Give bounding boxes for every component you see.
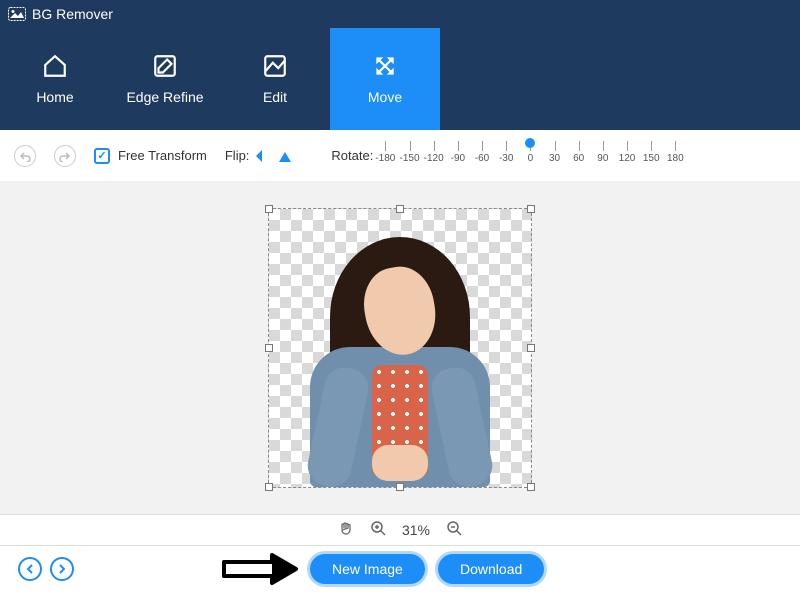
checkbox-icon (94, 148, 110, 164)
zoom-in-icon (370, 520, 386, 536)
free-transform-label: Free Transform (118, 148, 207, 163)
hand-icon (338, 520, 354, 536)
resize-handle[interactable] (527, 344, 535, 352)
button-label: New Image (332, 561, 403, 577)
nav-label: Edit (263, 89, 287, 105)
canvas-area[interactable] (0, 182, 800, 514)
rotate-tick-label: 120 (619, 153, 636, 164)
transform-selection[interactable] (268, 208, 532, 488)
zoom-value: 31% (402, 522, 430, 538)
rotate-tick-label: -60 (475, 153, 489, 164)
flip-horizontal-icon (255, 148, 271, 164)
undo-button[interactable] (14, 145, 36, 167)
rotate-tick-label: 180 (667, 153, 684, 164)
rotate-label: Rotate: (331, 148, 373, 163)
rotate-tick-label: -180 (375, 153, 395, 164)
undo-icon (19, 150, 31, 162)
resize-handle[interactable] (527, 205, 535, 213)
nav-label: Home (36, 89, 73, 105)
app-title: BG Remover (32, 6, 113, 22)
rotate-tick-label: 60 (573, 153, 584, 164)
nav-home[interactable]: Home (0, 28, 110, 130)
main-navbar: Home Edge Refine Edit Move (0, 28, 800, 130)
rotate-tick-label: 0 (528, 153, 534, 164)
resize-handle[interactable] (265, 344, 273, 352)
redo-icon (59, 150, 71, 162)
move-icon (372, 53, 398, 79)
flip-vertical-button[interactable] (277, 148, 293, 164)
nav-edge-refine[interactable]: Edge Refine (110, 28, 220, 130)
move-toolbar: Free Transform Flip: Rotate: -180 -150 -12… (0, 130, 800, 182)
home-icon (42, 53, 68, 79)
subject-image (310, 227, 490, 487)
new-image-button[interactable]: New Image (310, 554, 425, 584)
edge-refine-icon (152, 53, 178, 79)
flip-horizontal-button[interactable] (255, 148, 271, 164)
nav-label: Move (368, 89, 402, 105)
rotate-slider[interactable]: -180-150-120-90-60-300306090120150180 (385, 141, 675, 171)
flip-vertical-icon (277, 148, 293, 164)
button-label: Download (460, 561, 522, 577)
next-button[interactable] (50, 557, 74, 581)
pan-button[interactable] (338, 520, 354, 540)
nav-edit[interactable]: Edit (220, 28, 330, 130)
chevron-left-icon (26, 564, 34, 574)
free-transform-toggle[interactable]: Free Transform (94, 148, 207, 164)
resize-handle[interactable] (265, 205, 273, 213)
nav-label: Edge Refine (126, 89, 203, 105)
rotate-slider-handle[interactable] (525, 138, 535, 148)
edit-icon (262, 53, 288, 79)
redo-button[interactable] (54, 145, 76, 167)
zoom-out-icon (446, 520, 462, 536)
download-button[interactable]: Download (438, 554, 544, 584)
zoom-bar: 31% (0, 514, 800, 546)
titlebar: BG Remover (0, 0, 800, 28)
rotate-tick-label: -90 (451, 153, 465, 164)
rotate-tick-label: 150 (643, 153, 660, 164)
nav-move[interactable]: Move (330, 28, 440, 130)
resize-handle[interactable] (265, 483, 273, 491)
flip-label: Flip: (225, 148, 250, 163)
zoom-in-button[interactable] (370, 520, 386, 540)
rotate-tick-label: -120 (424, 153, 444, 164)
resize-handle[interactable] (396, 205, 404, 213)
chevron-right-icon (58, 564, 66, 574)
rotate-tick-label: 30 (549, 153, 560, 164)
rotate-tick-label: -30 (499, 153, 513, 164)
rotate-tick-label: -150 (399, 153, 419, 164)
footer: New Image Download (0, 546, 800, 592)
prev-button[interactable] (18, 557, 42, 581)
zoom-out-button[interactable] (446, 520, 462, 540)
annotation-arrow-icon (220, 552, 300, 586)
resize-handle[interactable] (396, 483, 404, 491)
app-logo-icon (8, 7, 26, 21)
rotate-tick-label: 90 (597, 153, 608, 164)
resize-handle[interactable] (527, 483, 535, 491)
